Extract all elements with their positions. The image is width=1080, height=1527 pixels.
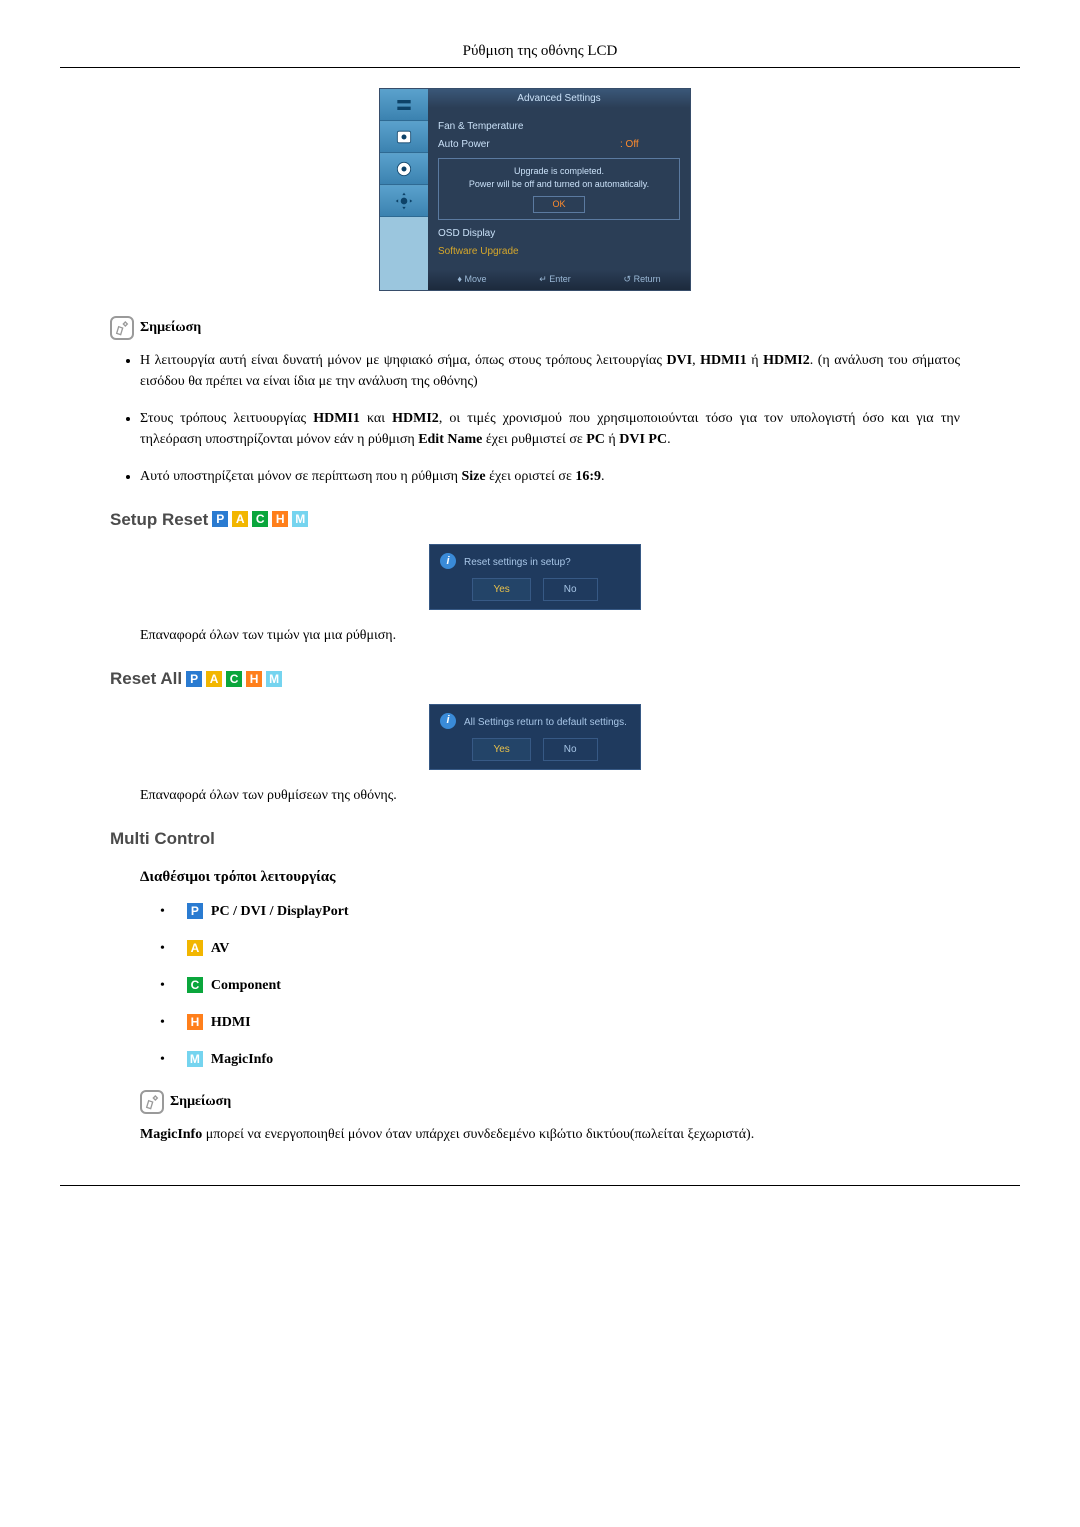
note-bullets: Η λειτουργία αυτή είναι δυνατή μόνον με … [110,350,960,487]
multi-control-heading: Multi Control [110,826,960,852]
magicinfo-note: MagicInfo μπορεί να ενεργοποιηθεί μόνον … [140,1124,960,1145]
osd-icon-setup [380,185,428,217]
setup-reset-screenshot: i Reset settings in setup? Yes No [110,544,960,610]
note-icon [110,316,134,340]
reset-all-desc: Επαναφορά όλων των ρυθμίσεων της οθόνης. [140,785,960,806]
note-bullet-2: Στους τρόπους λειτυουργίας HDMI1 και HDM… [140,408,960,450]
mode-tag-a: A [206,671,222,687]
osd-icon-empty [380,217,428,290]
osd-main: Advanced Settings Fan & Temperature Auto… [428,89,690,290]
divider-top [60,67,1020,68]
osd-footer: ♦ Move ↵ Enter ↺ Return [428,270,690,290]
osd-footer-return: ↺ Return [624,273,661,287]
osd-msg-line1: Upgrade is completed. [445,165,673,179]
mode-tag-h-icon: H [187,1014,203,1030]
note-heading: Σημείωση [110,316,960,340]
setup-reset-desc: Επαναφορά όλων των τιμών για μια ρύθμιση… [140,625,960,646]
page-title: Ρύθμιση της οθόνης LCD [60,40,1020,63]
mode-tag-a-icon: A [187,940,203,956]
setup-reset-yes: Yes [472,578,530,601]
note-bullet-3: Αυτό υποστηρίζεται μόνον σε περίπτωση πο… [140,466,960,487]
multi-control-subheading: Διαθέσιμοι τρόποι λειτουργίας [140,866,960,889]
mode-tag-p-icon: P [187,903,203,919]
mode-tag-c: C [252,511,268,527]
note-label: Σημείωση [140,317,201,338]
reset-all-no: No [543,738,598,761]
reset-all-screenshot: i All Settings return to default setting… [110,704,960,770]
mode-tag-m: M [292,511,308,527]
mode-tag-a: A [232,511,248,527]
mode-tag-c: C [226,671,242,687]
osd-msg-line2: Power will be off and turned on automati… [445,178,673,192]
note-label-2: Σημείωση [170,1091,231,1112]
osd-software-upgrade: Software Upgrade [438,244,680,259]
mode-item-a: A AV [160,938,960,959]
mode-tag-m: M [266,671,282,687]
reset-all-yes: Yes [472,738,530,761]
mode-tag-c-icon: C [187,977,203,993]
reset-all-dialog: i All Settings return to default setting… [429,704,641,770]
mode-tag-h: H [272,511,288,527]
mode-tag-p: P [212,511,228,527]
osd-ok-button: OK [533,196,584,214]
divider-bottom [60,1185,1020,1186]
mode-item-p: P PC / DVI / DisplayPort [160,901,960,922]
osd-screenshot: Advanced Settings Fan & Temperature Auto… [110,88,960,291]
reset-all-text: All Settings return to default settings. [464,717,627,728]
note-bullet-1: Η λειτουργία αυτή είναι δυνατή μόνον με … [140,350,960,392]
osd-sidebar [380,89,428,290]
info-icon: i [440,713,456,729]
mode-item-c: C Component [160,975,960,996]
reset-all-heading: Reset All P A C H M [110,666,960,692]
info-icon: i [440,553,456,569]
osd-footer-move: ♦ Move [457,273,486,287]
setup-reset-text: Reset settings in setup? [464,557,571,568]
note-icon [140,1090,164,1114]
osd-footer-enter: ↵ Enter [539,273,571,287]
mode-item-h: H HDMI [160,1012,960,1033]
mode-tag-m-icon: M [187,1051,203,1067]
osd-message-box: Upgrade is completed. Power will be off … [438,158,680,221]
osd-auto-power-value: : Off [620,137,680,152]
osd-icon-sound [380,153,428,185]
osd-header: Advanced Settings [428,89,690,108]
setup-reset-no: No [543,578,598,601]
osd-fan-temp: Fan & Temperature [438,119,680,134]
setup-reset-dialog: i Reset settings in setup? Yes No [429,544,641,610]
note-heading-2: Σημείωση [140,1090,960,1114]
mode-tag-p: P [186,671,202,687]
osd-icon-picture [380,121,428,153]
mode-list: P PC / DVI / DisplayPort A AV C Componen… [160,901,960,1070]
setup-reset-heading: Setup Reset P A C H M [110,507,960,533]
osd-auto-power-label: Auto Power [438,137,620,152]
mode-item-m: M MagicInfo [160,1049,960,1070]
osd-panel: Advanced Settings Fan & Temperature Auto… [379,88,691,291]
osd-icon-input [380,89,428,121]
mode-tag-h: H [246,671,262,687]
osd-display: OSD Display [438,226,680,241]
